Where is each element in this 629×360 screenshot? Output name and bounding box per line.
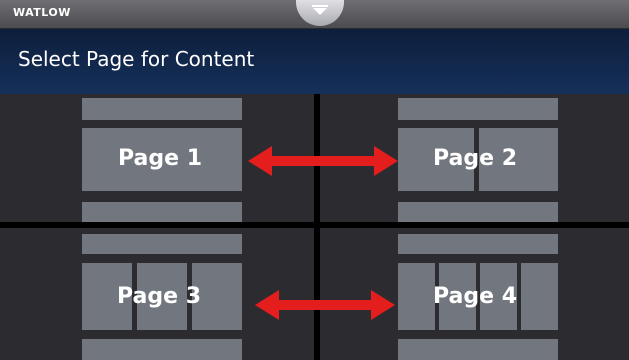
pull-down-bar-icon [312,5,328,7]
horizontal-divider [0,222,629,228]
brand-logo: WATLOW [13,6,71,19]
chevron-down-icon [313,8,327,15]
page-4-label: Page 4 [433,284,518,309]
page-4-header-block [398,234,558,254]
page-4-column-block [398,263,435,330]
page-1-footer-block [82,202,242,222]
page-3-footer-block [82,339,242,360]
pull-down-tab[interactable] [296,0,344,26]
page-3-label: Page 3 [117,284,202,309]
swap-arrow-top-icon [248,146,398,176]
page-2-header-block [398,98,558,120]
page-2-label: Page 2 [433,146,518,171]
page-title: Select Page for Content [18,47,255,71]
page-4-footer-block [398,339,558,360]
top-bar: WATLOW [0,0,629,29]
page-1-label: Page 1 [118,146,203,171]
page-1-header-block [82,98,242,120]
page-3-header-block [82,234,242,254]
swap-arrow-bottom-icon [255,290,395,320]
page-4-column-block [521,263,558,330]
page-header: Select Page for Content [0,29,629,94]
page-2-footer-block [398,202,558,222]
